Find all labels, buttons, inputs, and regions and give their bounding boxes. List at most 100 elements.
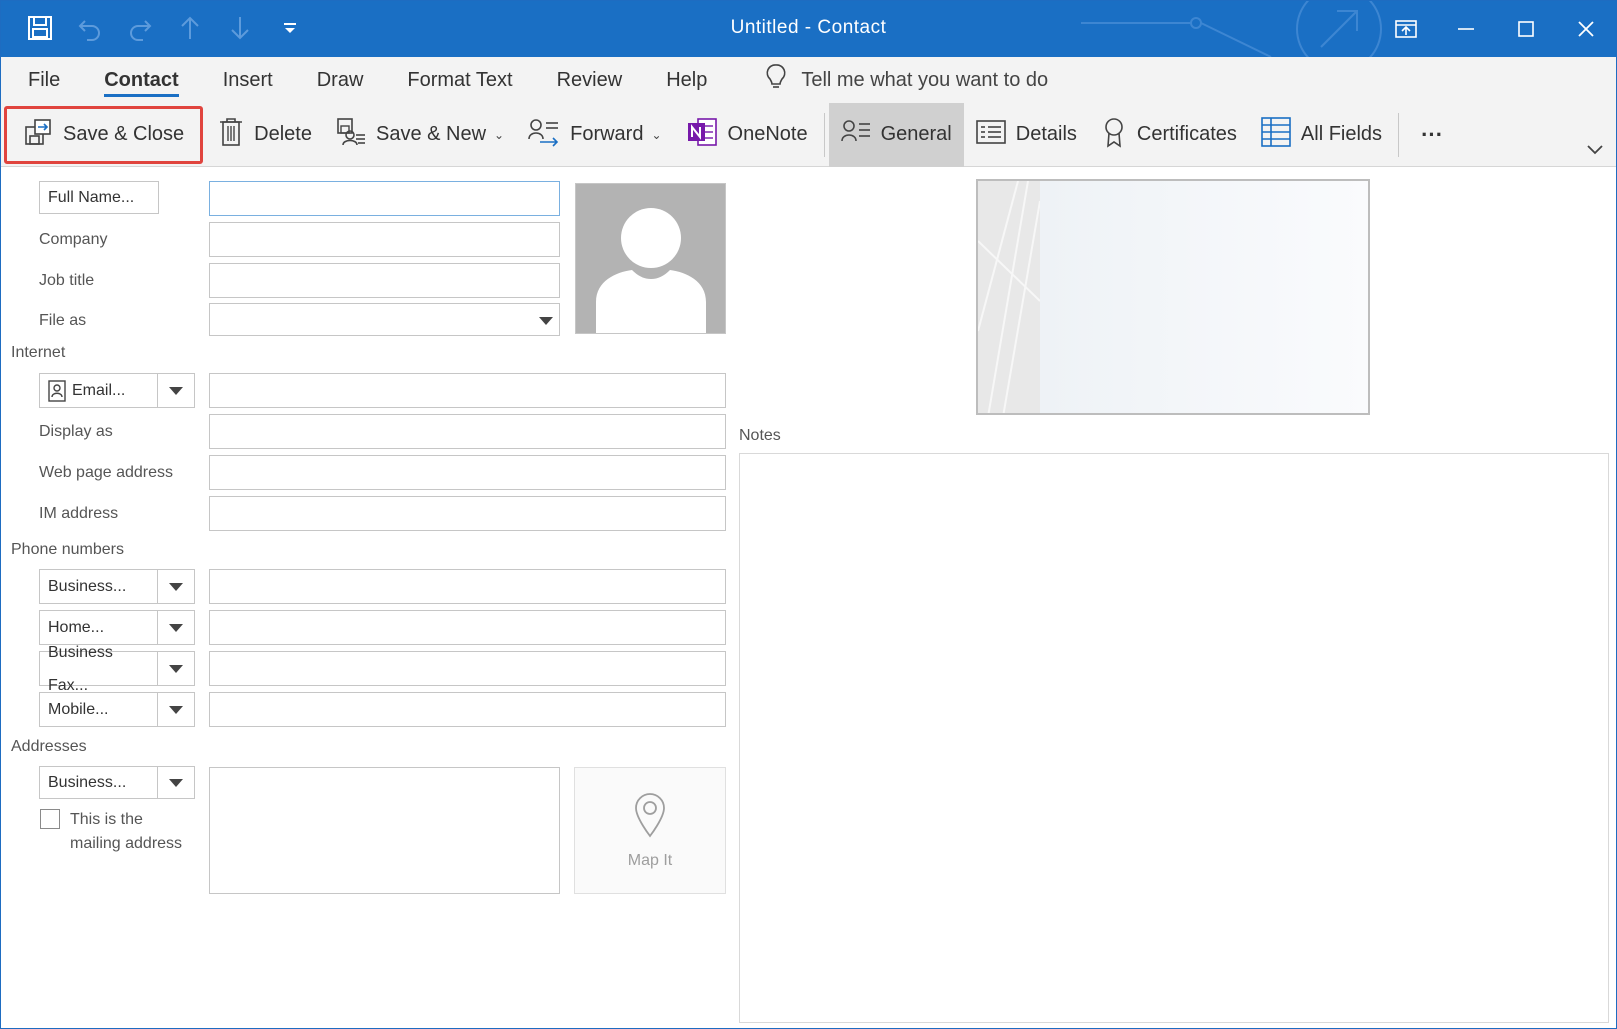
window-title: Untitled - Contact [730, 17, 887, 38]
chevron-down-icon[interactable]: ⌄ [651, 128, 661, 142]
certificates-label: Certificates [1136, 123, 1237, 145]
phone-mobile-combo[interactable]: Mobile... [39, 692, 195, 727]
contact-form: Full Name... Company Job title File as I… [1, 167, 1616, 1028]
display-as-input[interactable] [209, 414, 726, 449]
web-page-input[interactable] [209, 455, 726, 490]
forward-label: Forward [570, 123, 644, 145]
save-new-button[interactable]: Save & New ⌄ [324, 103, 516, 167]
maximize-icon[interactable] [1496, 1, 1556, 57]
phone-fax-input[interactable] [209, 651, 726, 686]
ribbon-expand-icon[interactable] [1586, 142, 1604, 160]
tab-help[interactable]: Help [644, 57, 729, 103]
phone-business-combo[interactable]: Business... [39, 569, 195, 604]
details-icon [975, 119, 1006, 151]
tab-contact[interactable]: Contact [82, 57, 200, 103]
business-card-graphic [978, 181, 1041, 413]
general-label: General [880, 123, 952, 145]
phone-business-button[interactable]: Business... [40, 570, 158, 603]
email-button[interactable]: Email... [40, 374, 158, 407]
dropdown-arrow-icon[interactable] [158, 374, 194, 407]
certificates-button[interactable]: Certificates [1089, 103, 1249, 167]
all-fields-label: All Fields [1300, 123, 1383, 145]
ribbon-separator [823, 112, 825, 157]
tab-review[interactable]: Review [535, 57, 645, 103]
details-label: Details [1015, 123, 1077, 145]
dropdown-arrow-icon[interactable] [158, 570, 194, 603]
details-button[interactable]: Details [964, 103, 1089, 167]
onenote-label: OneNote [727, 123, 808, 145]
save-close-icon [23, 117, 53, 153]
full-name-input[interactable] [209, 181, 560, 216]
save-close-button[interactable]: Save & Close [1, 103, 206, 167]
all-fields-button[interactable]: All Fields [1249, 103, 1394, 167]
phone-fax-button[interactable]: Business Fax... [40, 644, 158, 694]
general-button[interactable]: General [828, 102, 964, 167]
map-it-label: Map It [627, 851, 673, 869]
addresses-section-label: Addresses [11, 738, 87, 755]
tell-me-search[interactable]: Tell me what you want to do [765, 63, 1048, 97]
delete-label: Delete [254, 123, 312, 145]
phone-home-input[interactable] [209, 610, 726, 645]
minimize-icon[interactable] [1436, 1, 1496, 57]
full-name-button[interactable]: Full Name... [39, 181, 159, 214]
phone-business-input[interactable] [209, 569, 726, 604]
general-view-icon [840, 119, 871, 151]
ribbon-display-icon[interactable] [1376, 1, 1436, 57]
notes-textarea[interactable] [739, 453, 1609, 1023]
tab-insert[interactable]: Insert [201, 57, 295, 103]
dropdown-arrow-icon[interactable] [158, 693, 194, 726]
address-type-combo[interactable]: Business... [39, 766, 195, 799]
phone-mobile-button[interactable]: Mobile... [40, 693, 158, 726]
certificate-ribbon-icon [1101, 116, 1127, 154]
dropdown-arrow-icon[interactable] [158, 767, 194, 798]
forward-button[interactable]: Forward ⌄ [516, 103, 673, 167]
contact-window: Untitled - Contact File Contact Insert D… [0, 0, 1617, 1029]
save-close-label: Save & Close [63, 123, 185, 145]
tab-draw[interactable]: Draw [295, 57, 386, 103]
delete-button[interactable]: Delete [206, 103, 324, 167]
dropdown-arrow-icon[interactable] [158, 652, 194, 685]
close-icon[interactable] [1556, 1, 1616, 57]
trash-icon [218, 117, 244, 153]
business-card-preview[interactable] [976, 179, 1370, 415]
address-book-icon [48, 379, 66, 402]
address-textarea[interactable] [209, 767, 560, 894]
tab-format-text[interactable]: Format Text [385, 57, 534, 103]
person-silhouette-icon [596, 208, 706, 333]
map-it-button[interactable]: Map It [574, 767, 726, 894]
notes-label: Notes [739, 427, 781, 444]
internet-section-label: Internet [11, 344, 66, 361]
email-button-label: Email... [72, 382, 126, 399]
more-options-button[interactable]: ··· [1403, 103, 1461, 167]
im-address-input[interactable] [209, 496, 726, 531]
contact-photo-placeholder[interactable] [575, 183, 726, 334]
web-page-label: Web page address [39, 464, 174, 481]
phone-mobile-input[interactable] [209, 692, 726, 727]
mailing-address-checkbox[interactable] [40, 809, 60, 829]
save-new-icon [336, 117, 366, 153]
address-type-button[interactable]: Business... [40, 767, 158, 798]
file-as-select[interactable] [209, 303, 560, 336]
tab-file[interactable]: File [6, 57, 82, 103]
job-title-input[interactable] [209, 263, 560, 298]
dropdown-arrow-icon[interactable] [158, 611, 194, 644]
mailing-address-line2: mailing address [70, 835, 183, 852]
company-label: Company [39, 231, 108, 248]
mailing-address-line1: This is the [70, 811, 143, 828]
display-as-label: Display as [39, 423, 113, 440]
email-input[interactable] [209, 373, 726, 408]
ribbon-separator [1398, 112, 1400, 157]
dropdown-arrow-icon [539, 317, 553, 325]
file-as-label: File as [39, 312, 87, 329]
tell-me-text: Tell me what you want to do [801, 68, 1049, 91]
company-input[interactable] [209, 222, 560, 257]
onenote-icon [686, 116, 718, 154]
im-address-label: IM address [39, 505, 119, 522]
save-new-label: Save & New [375, 123, 487, 145]
onenote-button[interactable]: OneNote [674, 103, 820, 167]
phone-fax-combo[interactable]: Business Fax... [39, 644, 195, 694]
mailing-address-label: This is the mailing address [70, 808, 210, 856]
lightbulb-icon [765, 63, 787, 97]
chevron-down-icon[interactable]: ⌄ [494, 128, 504, 142]
email-type-combo[interactable]: Email... [39, 373, 195, 408]
